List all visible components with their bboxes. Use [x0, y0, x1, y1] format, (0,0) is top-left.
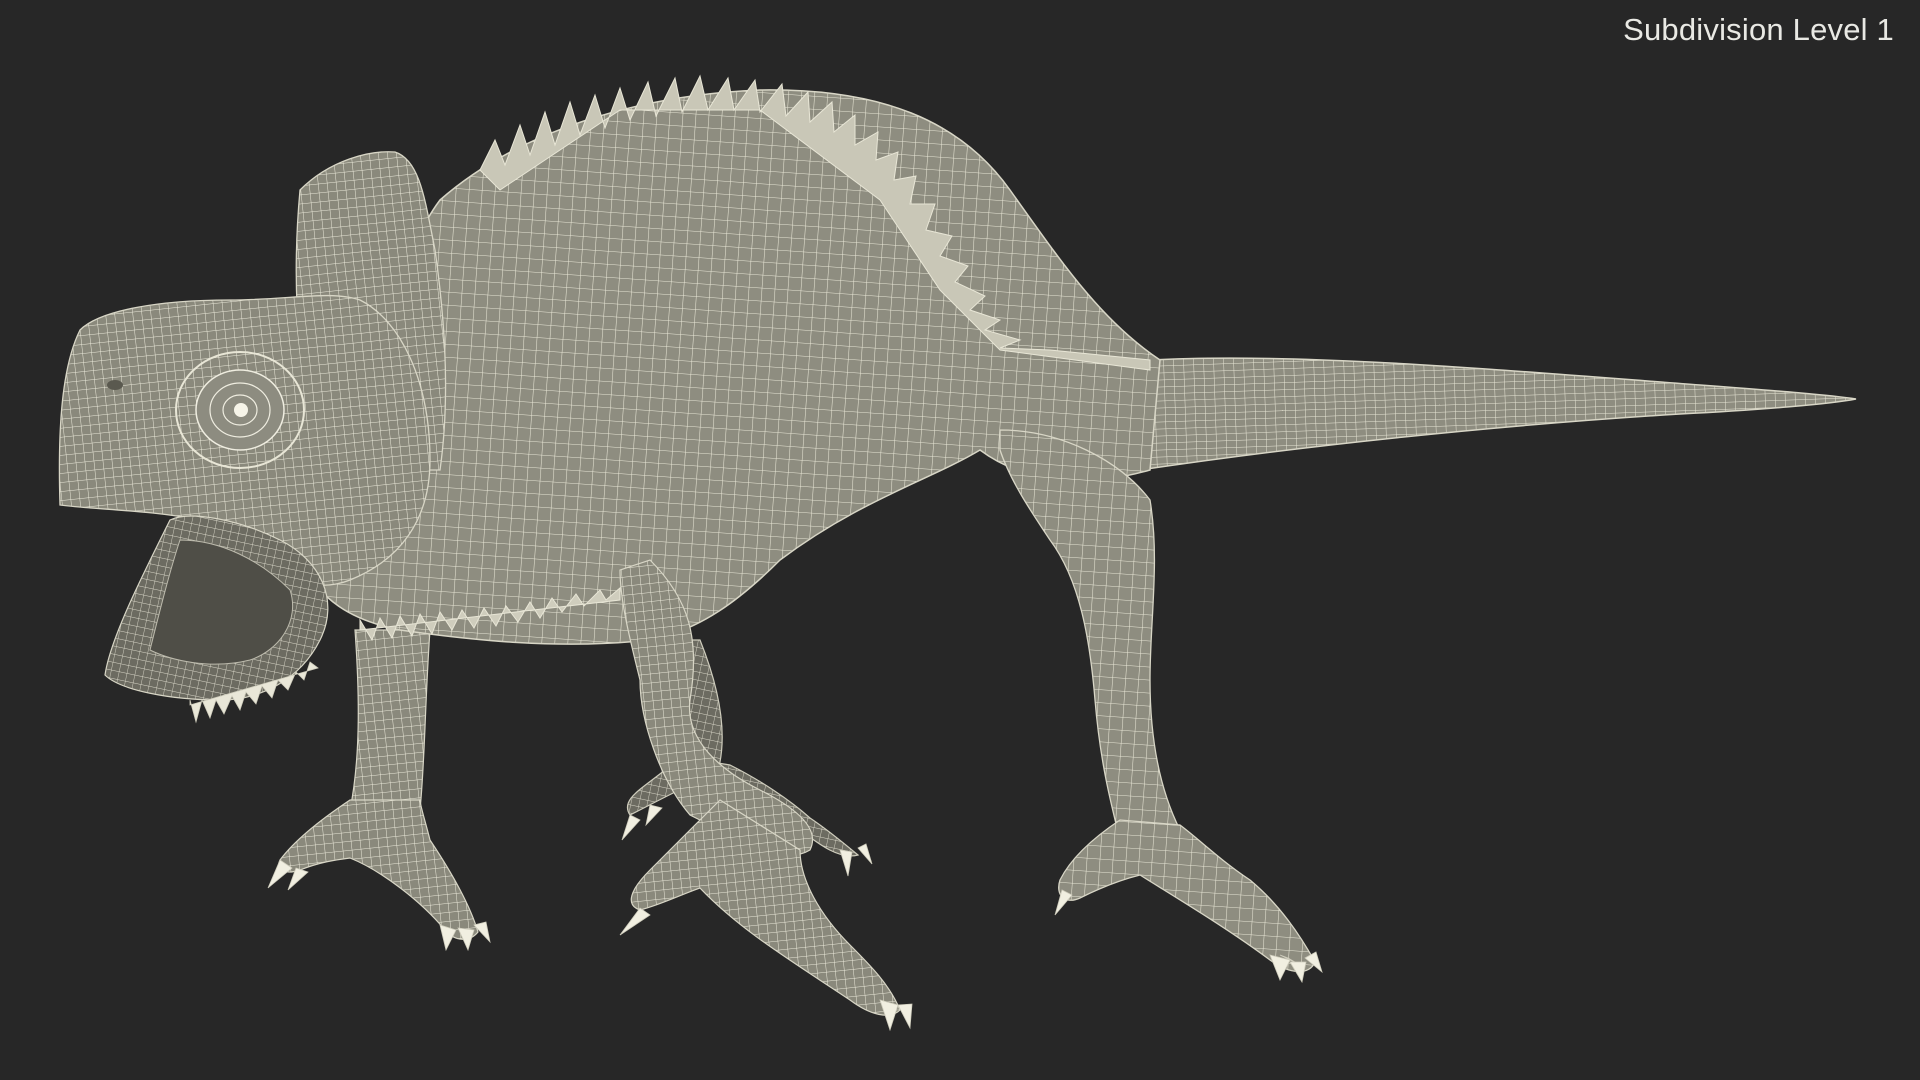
rear-foot-near	[1058, 819, 1316, 973]
front-foot-far	[278, 799, 479, 940]
nostril	[107, 380, 123, 390]
rear-leg-near	[999, 429, 1181, 841]
front-foot-near	[630, 799, 901, 1016]
chameleon-wireframe-render	[58, 74, 1857, 1032]
front-leg-far	[349, 629, 431, 811]
render-viewport: Subdivision Level 1	[0, 0, 1920, 1080]
subdivision-level-label: Subdivision Level 1	[1623, 12, 1894, 47]
tail	[1139, 357, 1857, 471]
eye	[175, 351, 305, 469]
